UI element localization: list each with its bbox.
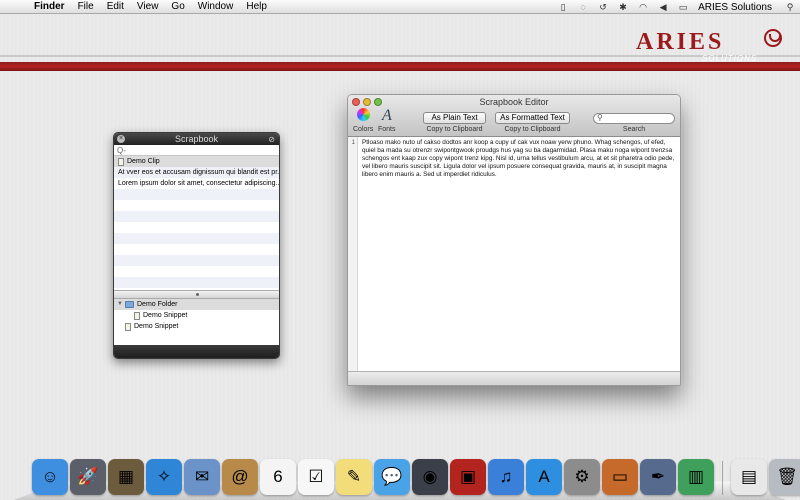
- panel-titlebar[interactable]: × Scrapbook ⊘: [114, 133, 279, 145]
- menu-help[interactable]: Help: [246, 0, 267, 14]
- menu-go[interactable]: Go: [171, 0, 184, 14]
- dock: ☺ 🚀 ▦ ✧ ✉ @6 ☑ ✎ 💬 ◉ ▣ ♫ A ⚙ ▭ ✒ ▥ ▤ 🗑: [32, 453, 800, 495]
- brand-wordmark: ARIES: [636, 29, 725, 55]
- menu-finder[interactable]: Finder: [34, 0, 65, 14]
- itunes-icon[interactable]: ♫: [488, 459, 524, 495]
- menu-bar: Finder File Edit View Go Window Help ▯ ◌…: [0, 0, 800, 14]
- wifi-signal-icon[interactable]: ◌: [576, 1, 590, 13]
- launchpad-icon[interactable]: 🚀: [70, 459, 106, 495]
- app-store-icon[interactable]: A: [526, 459, 562, 495]
- wifi-icon[interactable]: ◠: [636, 1, 650, 13]
- user-name[interactable]: ARIES Solutions: [698, 2, 772, 13]
- pin-icon[interactable]: ⊘: [268, 134, 275, 146]
- tree-folder-row[interactable]: ▼ Demo Folder: [114, 299, 279, 310]
- editor-statusbar: [348, 371, 680, 385]
- panel-title: Scrapbook: [174, 134, 219, 144]
- list-item[interactable]: Lorem ipsum dolor sit amet, consectetur …: [114, 178, 279, 189]
- copy-formatted-caption: Copy to Clipboard: [504, 126, 561, 133]
- editor-text-area[interactable]: Ptloaso mako nuto uf cakso dodtos anr ko…: [358, 137, 680, 373]
- safari-icon[interactable]: ✧: [146, 459, 182, 495]
- copy-formatted-text-button[interactable]: As Formatted Text: [495, 112, 570, 124]
- tree-snippet-row[interactable]: Demo Snippet: [114, 321, 279, 332]
- menu-file[interactable]: File: [78, 0, 94, 14]
- search-caption: Search: [622, 126, 646, 133]
- volume-icon[interactable]: ◀: [656, 1, 670, 13]
- calendar-icon[interactable]: 6: [260, 459, 296, 495]
- keynote-icon[interactable]: ▭: [602, 459, 638, 495]
- colors-label: Colors: [353, 126, 374, 133]
- photo-booth-icon[interactable]: ▣: [450, 459, 486, 495]
- numbers-icon[interactable]: ▥: [678, 459, 714, 495]
- trash-icon[interactable]: 🗑: [769, 459, 800, 495]
- color-wheel-icon[interactable]: [357, 108, 370, 121]
- list-item[interactable]: At vver eos et accusam dignissum qui bla…: [114, 167, 279, 178]
- folder-icon: [125, 301, 134, 308]
- close-icon[interactable]: ×: [117, 135, 125, 143]
- editor-toolbar: Scrapbook Editor Colors A Fonts As Plain…: [348, 95, 680, 137]
- photo-viewer-icon[interactable]: ▦: [108, 459, 144, 495]
- clip-search-input[interactable]: Q-: [114, 145, 279, 156]
- snippet-label: Demo Snippet: [134, 323, 179, 330]
- notes-icon[interactable]: ✎: [336, 459, 372, 495]
- battery-icon[interactable]: ▭: [676, 1, 690, 13]
- folder-label: Demo Folder: [137, 301, 178, 308]
- document-icon: [125, 322, 131, 331]
- panel-footer: [114, 345, 279, 358]
- status-area: ▯ ◌ ↺ ✱ ◠ ◀ ▭ ARIES Solutions ⚲: [553, 0, 800, 14]
- snippet-tree: ▼ Demo Folder Demo Snippet Demo Snippet: [114, 299, 279, 347]
- tree-snippet-row[interactable]: Demo Snippet: [114, 310, 279, 321]
- scrapbook-editor-window: Scrapbook Editor Colors A Fonts As Plain…: [347, 94, 681, 386]
- search-field[interactable]: ⚲: [593, 113, 675, 124]
- document-stack-icon[interactable]: ▤: [731, 459, 767, 495]
- copy-plain-text-button[interactable]: As Plain Text: [423, 112, 486, 124]
- clip-list: Demo Clip At vver eos et accusam digniss…: [114, 156, 279, 290]
- reminders-icon[interactable]: ☑: [298, 459, 334, 495]
- document-icon: [118, 157, 124, 166]
- aries-logo-icon: [764, 29, 782, 47]
- menu-view[interactable]: View: [137, 0, 159, 14]
- scrapbook-panel: × Scrapbook ⊘ Q- Demo Clip At vver eos e…: [113, 132, 280, 359]
- editor-body: 1 Ptloaso mako nuto uf cakso dodtos anr …: [348, 137, 680, 373]
- search-icon: ⚲: [597, 113, 603, 122]
- brand-logo: ARIES SOLUTIONS: [636, 27, 786, 67]
- messages-icon[interactable]: 💬: [374, 459, 410, 495]
- window-title: Scrapbook Editor: [479, 97, 549, 107]
- finder-icon[interactable]: ☺: [32, 459, 68, 495]
- brand-subtitle: SOLUTIONS: [702, 54, 758, 63]
- bluetooth-icon[interactable]: ✱: [616, 1, 630, 13]
- time-machine-icon[interactable]: ↺: [596, 1, 610, 13]
- clip-label: Demo Clip: [127, 158, 160, 165]
- copy-plain-caption: Copy to Clipboard: [426, 126, 483, 133]
- disclosure-triangle-icon[interactable]: ▼: [117, 299, 123, 310]
- dock-separator: [722, 461, 723, 495]
- fonts-icon[interactable]: A: [382, 107, 392, 125]
- snippet-label: Demo Snippet: [143, 312, 188, 319]
- system-preferences-icon[interactable]: ⚙: [564, 459, 600, 495]
- address-book-icon[interactable]: @: [222, 459, 258, 495]
- clipboard-icon[interactable]: ▯: [556, 1, 570, 13]
- fonts-label: Fonts: [378, 126, 396, 133]
- menu-window[interactable]: Window: [198, 0, 234, 14]
- preview-pen-icon[interactable]: ✒: [640, 459, 676, 495]
- split-handle[interactable]: [114, 290, 279, 299]
- menu-edit[interactable]: Edit: [107, 0, 124, 14]
- line-number-gutter: 1: [348, 137, 358, 373]
- facetime-icon[interactable]: ◉: [412, 459, 448, 495]
- spotlight-icon[interactable]: ⚲: [783, 1, 797, 13]
- list-item[interactable]: Demo Clip: [114, 156, 279, 167]
- mail-icon[interactable]: ✉: [184, 459, 220, 495]
- document-icon: [134, 311, 140, 320]
